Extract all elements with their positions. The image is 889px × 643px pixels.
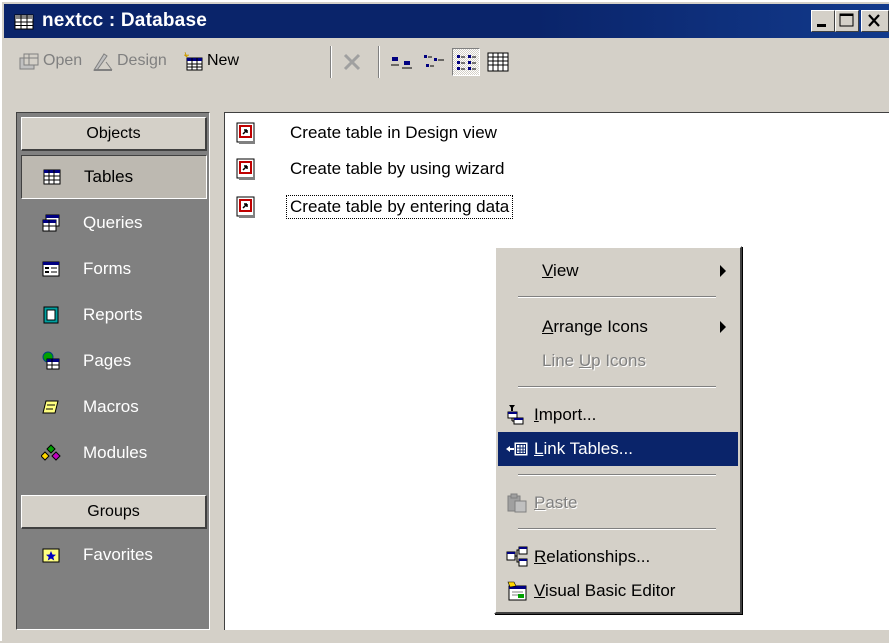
toolbar-separator xyxy=(330,46,332,78)
minimize-icon xyxy=(817,24,826,27)
new-button[interactable]: New xyxy=(182,48,239,74)
menu-item-view-rest: iew xyxy=(553,261,579,280)
module-icon xyxy=(41,444,61,461)
menu-separator xyxy=(518,296,716,298)
minimize-button[interactable] xyxy=(811,10,835,32)
list-item-design-view[interactable]: Create table in Design view xyxy=(235,119,500,147)
list-item-label: Create table by entering data xyxy=(285,195,514,219)
favorites-icon xyxy=(42,548,60,563)
database-window: nextcc : Database Open Design New Object… xyxy=(0,0,889,643)
menu-separator xyxy=(518,474,716,476)
close-icon xyxy=(868,14,880,27)
objects-header-button[interactable]: Objects xyxy=(21,117,207,151)
menu-item-relationships[interactable]: Relationships... xyxy=(498,540,738,574)
title-bar[interactable]: nextcc : Database xyxy=(4,4,889,38)
database-toolbar: Open Design New xyxy=(4,40,889,84)
groups-header-button[interactable]: Groups xyxy=(21,495,207,529)
objects-item-macros[interactable]: Macros xyxy=(21,385,207,429)
groups-item-favorites[interactable]: Favorites xyxy=(21,533,207,577)
objects-item-tables[interactable]: Tables xyxy=(21,155,207,199)
maximize-icon xyxy=(839,13,854,27)
open-icon xyxy=(19,53,39,70)
new-label: New xyxy=(207,52,240,69)
objects-item-label: Pages xyxy=(83,351,132,370)
open-label: Open xyxy=(43,52,83,69)
submenu-arrow-icon xyxy=(720,265,726,277)
menu-item-import[interactable]: Import... xyxy=(498,398,738,432)
database-window-icon xyxy=(14,14,34,30)
query-icon xyxy=(42,214,60,232)
list-icon xyxy=(457,55,476,70)
relationships-icon xyxy=(506,546,528,567)
shortcut-icon xyxy=(236,196,255,218)
submenu-arrow-icon xyxy=(720,321,726,333)
objects-item-modules[interactable]: Modules xyxy=(21,431,207,475)
small-icons-icon xyxy=(424,55,444,67)
objects-item-label: Reports xyxy=(83,305,143,324)
objects-item-label: Tables xyxy=(84,167,134,186)
visual-basic-editor-icon xyxy=(507,581,527,601)
list-item-wizard[interactable]: Create table by using wizard xyxy=(235,155,508,183)
maximize-button[interactable] xyxy=(835,10,859,32)
design-icon xyxy=(93,53,113,71)
objects-item-label: Modules xyxy=(83,443,148,462)
delete-button[interactable] xyxy=(338,48,366,76)
window-bottom-edge xyxy=(2,632,889,643)
large-icons-icon xyxy=(391,57,412,69)
small-icons-view-button[interactable] xyxy=(420,48,448,76)
groups-item-label: Favorites xyxy=(83,545,153,564)
objects-item-label: Macros xyxy=(83,397,139,416)
objects-item-label: Queries xyxy=(83,213,143,232)
objects-item-pages[interactable]: Pages xyxy=(21,339,207,383)
list-item-label: Create table in Design view xyxy=(290,123,497,142)
report-icon xyxy=(43,306,59,324)
menu-item-arrange-icons[interactable]: Arrange Icons xyxy=(498,310,738,344)
menu-separator xyxy=(518,528,716,530)
delete-x-icon xyxy=(343,53,361,71)
large-icons-view-button[interactable] xyxy=(388,48,416,76)
context-menu: View Arrange Icons Line Up Icons Import.… xyxy=(494,246,742,614)
objects-item-forms[interactable]: Forms xyxy=(21,247,207,291)
shortcut-icon xyxy=(236,158,255,180)
details-view-button[interactable] xyxy=(484,48,512,76)
design-label: Design xyxy=(117,52,167,69)
toolbar-separator xyxy=(378,46,380,78)
list-view-button[interactable] xyxy=(452,48,480,76)
window-title: nextcc : Database xyxy=(42,10,207,31)
menu-item-visual-basic-editor[interactable]: Visual Basic Editor xyxy=(498,574,738,608)
list-item-entering-data[interactable]: Create table by entering data xyxy=(235,193,514,221)
menu-item-arrange-rest: rrange Icons xyxy=(553,317,648,336)
menu-item-line-up-label: Line Up Icons xyxy=(542,351,646,370)
import-icon xyxy=(507,405,524,425)
macro-icon xyxy=(42,400,59,414)
objects-item-label: Forms xyxy=(83,259,132,278)
objects-item-reports[interactable]: Reports xyxy=(21,293,207,337)
page-icon xyxy=(42,351,60,370)
shortcut-icon xyxy=(236,122,255,144)
menu-item-arrange-mnemonic: A xyxy=(542,317,554,336)
open-button[interactable]: Open xyxy=(18,48,82,74)
menu-item-paste[interactable]: Paste xyxy=(498,486,738,520)
link-tables-icon xyxy=(506,442,528,456)
list-item-label: Create table by using wizard xyxy=(290,159,505,178)
close-button[interactable] xyxy=(861,10,889,32)
design-button[interactable]: Design xyxy=(92,48,167,74)
new-table-icon xyxy=(183,51,203,71)
menu-item-line-up-icons[interactable]: Line Up Icons xyxy=(498,344,738,378)
menu-item-link-tables[interactable]: Link Tables... xyxy=(498,432,738,466)
paste-icon xyxy=(507,493,527,513)
objects-item-queries[interactable]: Queries xyxy=(21,201,207,245)
form-icon xyxy=(42,261,60,277)
details-icon xyxy=(487,52,509,72)
menu-item-view-mnemonic: V xyxy=(542,261,554,280)
table-icon xyxy=(43,169,61,185)
menu-item-view[interactable]: View xyxy=(498,254,738,288)
menu-separator xyxy=(518,386,716,388)
objects-bar: Objects Tables Queries Forms Reports Pag… xyxy=(16,112,210,630)
